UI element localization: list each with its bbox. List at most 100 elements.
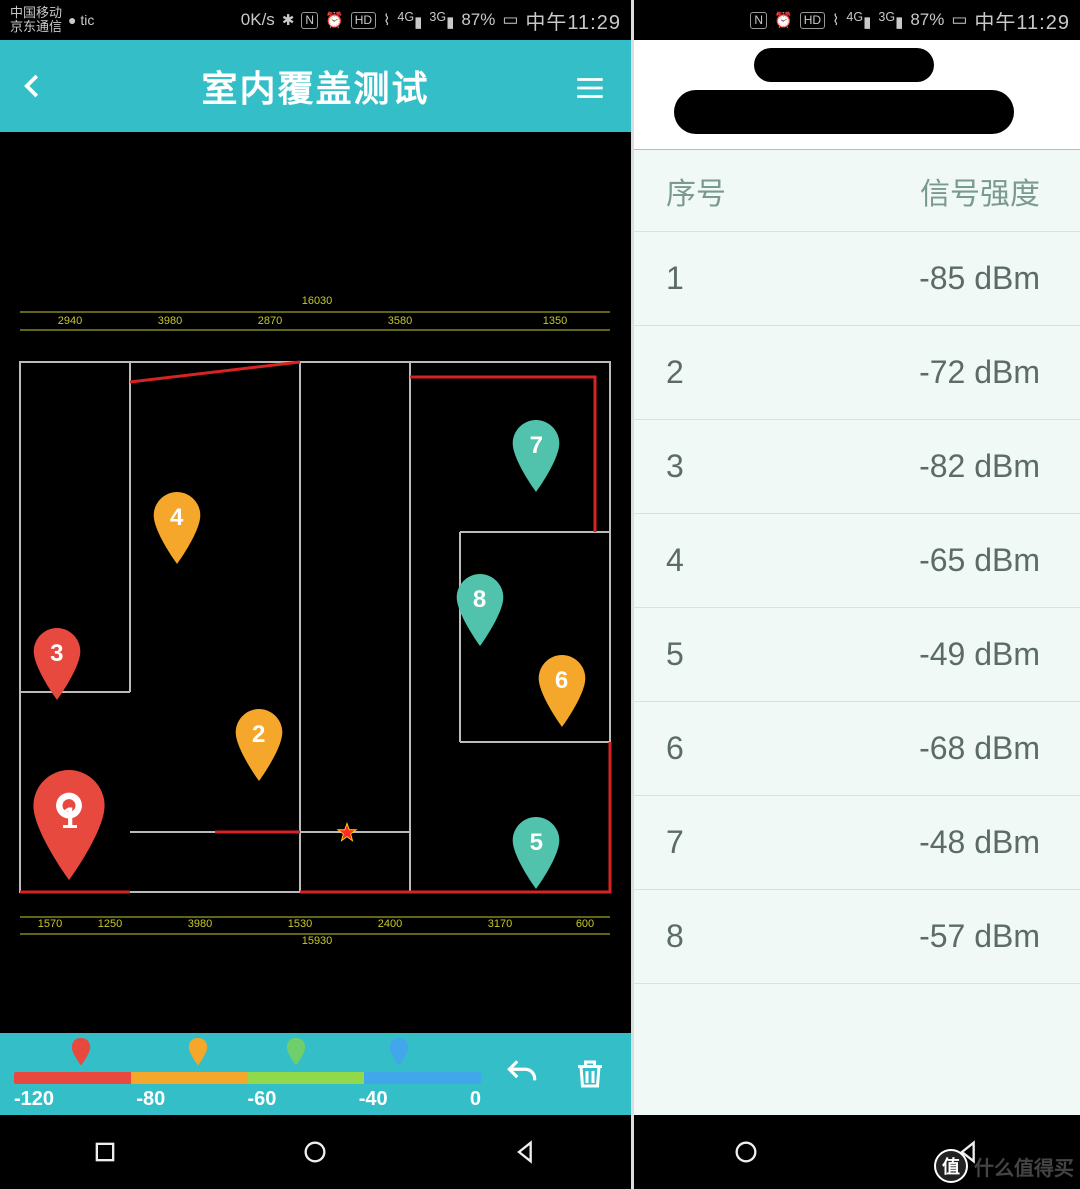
table-row[interactable]: 4-65 dBm — [634, 514, 1080, 608]
cell-index: 3 — [666, 448, 786, 485]
back-button[interactable] — [18, 62, 48, 110]
bluetooth-icon: ✱ — [282, 11, 295, 29]
svg-text:2940: 2940 — [58, 315, 82, 327]
battery-icon: ▭ — [502, 10, 518, 30]
cell-value: -72 dBm — [786, 354, 1048, 391]
watermark-text: 什么值得买 — [974, 1152, 1074, 1181]
battery-pct: 87% — [910, 10, 944, 30]
signal-4g-icon: 4G▮ — [397, 10, 422, 31]
phone-right: N ⏰ HD ⌇ 4G▮ 3G▮ 87% ▭ 中午11:29 序号 信号强度 1… — [634, 0, 1080, 1189]
legend-tick: -60 — [248, 1088, 277, 1111]
svg-text:3170: 3170 — [488, 918, 512, 930]
nav-home-button[interactable] — [706, 1132, 786, 1172]
svg-text:2870: 2870 — [258, 315, 282, 327]
signal-legend: -120 -80 -60 -40 0 — [14, 1038, 481, 1111]
map-pin-3[interactable]: 3 — [29, 628, 85, 700]
nfc-icon: N — [750, 12, 767, 29]
battery-icon: ▭ — [951, 10, 967, 30]
alarm-icon: ⏰ — [325, 11, 344, 29]
table-header: 序号 信号强度 — [634, 150, 1080, 232]
svg-text:600: 600 — [576, 918, 594, 930]
hd-icon: HD — [800, 12, 825, 29]
redacted-text — [674, 90, 1014, 134]
watermark-icon: 值 — [934, 1149, 968, 1183]
cell-index: 7 — [666, 824, 786, 861]
cell-index: 4 — [666, 542, 786, 579]
signal-4g-icon: 4G▮ — [846, 10, 871, 31]
col-header-index: 序号 — [666, 169, 786, 213]
cell-value: -65 dBm — [786, 542, 1048, 579]
map-pin-5[interactable]: 5 — [508, 817, 564, 889]
cell-index: 2 — [666, 354, 786, 391]
carrier-label: 中国移动 京东通信 — [10, 6, 62, 34]
cell-index: 1 — [666, 260, 786, 297]
delete-button[interactable] — [563, 1047, 617, 1101]
cell-index: 8 — [666, 918, 786, 955]
cell-value: -57 dBm — [786, 918, 1048, 955]
clock: 中午11:29 — [974, 6, 1070, 35]
net-speed: 0K/s — [241, 10, 275, 30]
router-star-icon — [336, 821, 358, 848]
statusbar-left: 中国移动 京东通信 ● tic 0K/s ✱ N ⏰ HD ⌇ 4G▮ 3G▮ … — [0, 0, 631, 40]
svg-text:1530: 1530 — [288, 918, 312, 930]
app-bar: 室内覆盖测试 — [0, 40, 631, 132]
legend-bar: -120 -80 -60 -40 0 — [0, 1033, 631, 1115]
nfc-icon: N — [301, 12, 318, 29]
col-header-value: 信号强度 — [786, 169, 1048, 213]
signal-3g-icon: 3G▮ — [878, 10, 903, 31]
menu-button[interactable] — [569, 68, 611, 108]
cell-value: -82 dBm — [786, 448, 1048, 485]
nav-back-button[interactable] — [486, 1132, 566, 1172]
cell-index: 5 — [666, 636, 786, 673]
floorplan-canvas[interactable]: 16030 2940 3980 2870 3580 1350 15930 157… — [0, 132, 631, 1033]
svg-text:2400: 2400 — [378, 918, 402, 930]
statusbar-right: N ⏰ HD ⌇ 4G▮ 3G▮ 87% ▭ 中午11:29 — [634, 0, 1080, 40]
table-row[interactable]: 1-85 dBm — [634, 232, 1080, 326]
svg-text:1350: 1350 — [543, 315, 567, 327]
svg-text:3980: 3980 — [188, 918, 212, 930]
legend-tick: -120 — [14, 1088, 54, 1111]
table-row[interactable]: 8-57 dBm — [634, 890, 1080, 984]
svg-text:1570: 1570 — [38, 918, 62, 930]
android-navbar-left — [0, 1115, 631, 1189]
wifi-icon: ⌇ — [383, 11, 390, 29]
map-pin-1[interactable]: 1 — [24, 770, 114, 880]
clock: 中午11:29 — [525, 6, 621, 35]
map-pin-8[interactable]: 8 — [452, 574, 508, 646]
battery-pct: 87% — [461, 10, 495, 30]
phone-left: 中国移动 京东通信 ● tic 0K/s ✱ N ⏰ HD ⌇ 4G▮ 3G▮ … — [0, 0, 634, 1189]
signal-3g-icon: 3G▮ — [429, 10, 454, 31]
legend-tick: 0 — [470, 1088, 481, 1111]
svg-text:1250: 1250 — [98, 918, 122, 930]
right-header — [634, 40, 1080, 150]
map-pin-7[interactable]: 7 — [508, 420, 564, 492]
table-row[interactable]: 2-72 dBm — [634, 326, 1080, 420]
tic-icon: ● tic — [68, 12, 94, 28]
undo-button[interactable] — [495, 1047, 549, 1101]
table-row[interactable]: 6-68 dBm — [634, 702, 1080, 796]
nav-recent-button[interactable] — [65, 1132, 145, 1172]
page-title: 室内覆盖测试 — [201, 60, 429, 112]
svg-text:15930: 15930 — [302, 935, 333, 947]
svg-text:3980: 3980 — [158, 315, 182, 327]
table-row[interactable]: 5-49 dBm — [634, 608, 1080, 702]
cell-value: -85 dBm — [786, 260, 1048, 297]
cell-value: -48 dBm — [786, 824, 1048, 861]
cell-value: -49 dBm — [786, 636, 1048, 673]
map-pin-4[interactable]: 4 — [149, 492, 205, 564]
svg-text:16030: 16030 — [302, 295, 333, 307]
map-pin-6[interactable]: 6 — [534, 655, 590, 727]
legend-tick: -40 — [359, 1088, 388, 1111]
cell-value: -68 dBm — [786, 730, 1048, 767]
signal-table: 序号 信号强度 1-85 dBm2-72 dBm3-82 dBm4-65 dBm… — [634, 150, 1080, 1115]
legend-tick: -80 — [136, 1088, 165, 1111]
cell-index: 6 — [666, 730, 786, 767]
map-pin-2[interactable]: 2 — [231, 709, 287, 781]
nav-home-button[interactable] — [275, 1132, 355, 1172]
wifi-icon: ⌇ — [832, 11, 839, 29]
table-row[interactable]: 3-82 dBm — [634, 420, 1080, 514]
table-row[interactable]: 7-48 dBm — [634, 796, 1080, 890]
watermark: 值 什么值得买 — [934, 1149, 1074, 1183]
hd-icon: HD — [351, 12, 376, 29]
redacted-text — [754, 48, 934, 82]
